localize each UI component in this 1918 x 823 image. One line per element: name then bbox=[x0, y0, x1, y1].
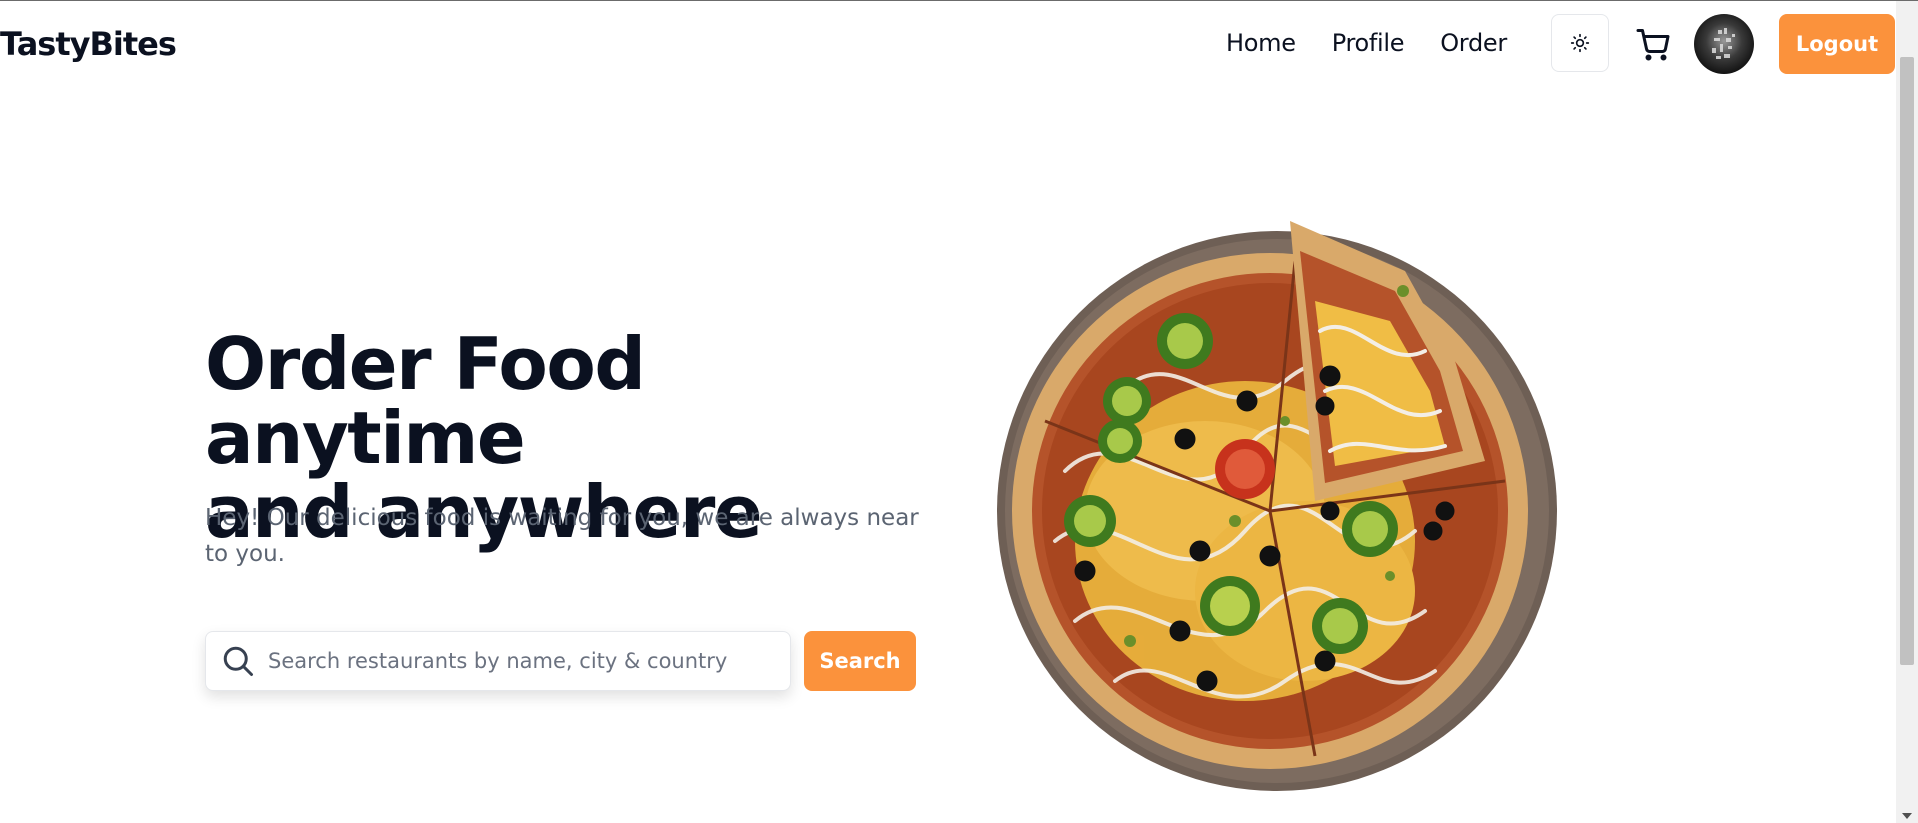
search-box[interactable] bbox=[205, 631, 791, 691]
search-icon bbox=[223, 646, 253, 676]
logout-button[interactable]: Logout bbox=[1779, 14, 1895, 74]
cart-button[interactable] bbox=[1632, 23, 1674, 65]
cart-icon bbox=[1636, 29, 1670, 61]
search-button[interactable]: Search bbox=[804, 631, 916, 691]
main-nav: Home Profile Order bbox=[1226, 29, 1543, 57]
hero-subtitle: Hey! Our delicious food is waiting for y… bbox=[205, 505, 919, 567]
scroll-down-arrow-icon[interactable] bbox=[1902, 813, 1912, 819]
scrollbar[interactable] bbox=[1896, 1, 1918, 823]
nav-profile[interactable]: Profile bbox=[1332, 29, 1405, 57]
pizza-image bbox=[997, 221, 1557, 791]
avatar[interactable] bbox=[1694, 14, 1754, 74]
nav-order[interactable]: Order bbox=[1440, 29, 1507, 57]
scrollbar-thumb[interactable] bbox=[1900, 57, 1914, 665]
hero-title-line1: Order Food anytime bbox=[205, 322, 646, 480]
sun-icon bbox=[1570, 33, 1590, 53]
search-input[interactable] bbox=[266, 648, 790, 674]
brand-logo[interactable]: TastyBites bbox=[0, 25, 177, 63]
avatar-image bbox=[1712, 28, 1735, 59]
nav-home[interactable]: Home bbox=[1226, 29, 1296, 57]
theme-toggle-button[interactable] bbox=[1551, 14, 1609, 72]
